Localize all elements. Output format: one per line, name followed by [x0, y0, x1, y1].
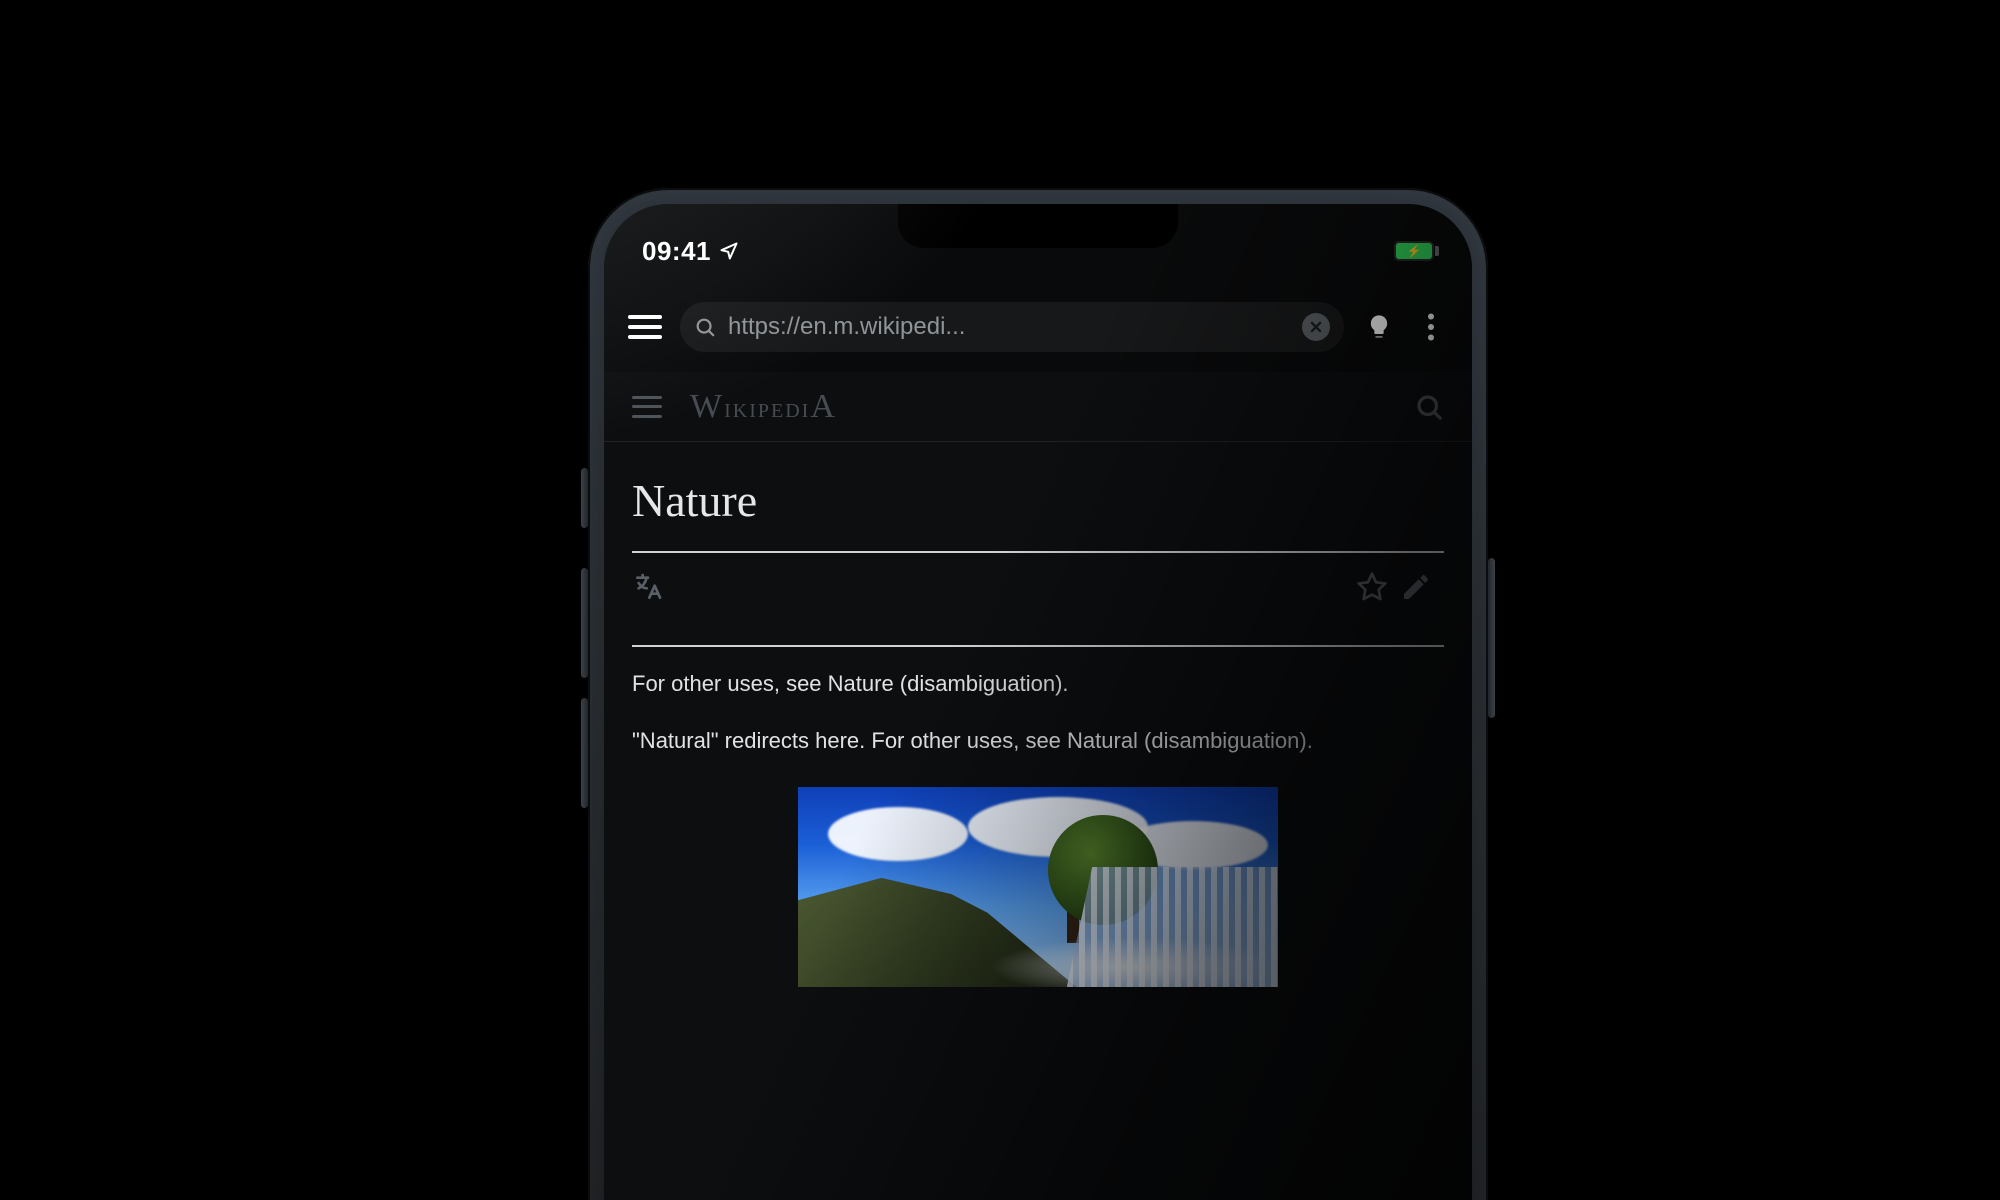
address-bar[interactable]: https://en.m.wikipedi... — [680, 302, 1344, 352]
divider — [632, 645, 1444, 647]
edit-button[interactable] — [1400, 571, 1444, 603]
wikipedia-wordmark[interactable]: WikipediA — [690, 388, 837, 426]
wikipedia-site-header: WikipediA — [604, 372, 1472, 442]
article-title: Nature — [632, 474, 1444, 527]
volume-down-button — [581, 698, 588, 808]
overflow-menu-button[interactable] — [1414, 310, 1448, 344]
mute-switch — [581, 468, 588, 528]
dark-mode-toggle-button[interactable] — [1362, 310, 1396, 344]
charging-bolt-icon: ⚡ — [1407, 244, 1422, 258]
address-bar-url: https://en.m.wikipedi... — [728, 313, 1290, 341]
browser-menu-button[interactable] — [628, 315, 662, 339]
lead-image[interactable] — [798, 787, 1278, 987]
battery-icon: ⚡ — [1394, 241, 1434, 261]
phone-screen: 09:41 ⚡ — [604, 204, 1472, 1200]
power-button — [1488, 558, 1495, 718]
hatnote-disambiguation: For other uses, see Nature (disambiguati… — [632, 667, 1444, 700]
phone-notch — [898, 204, 1178, 248]
browser-toolbar: https://en.m.wikipedi... — [604, 292, 1472, 362]
page-content: WikipediA Nature — [604, 372, 1472, 1200]
article-body: Nature Fo — [604, 442, 1472, 987]
language-button[interactable] — [632, 571, 676, 603]
wikipedia-menu-button[interactable] — [632, 396, 662, 418]
location-arrow-icon — [719, 241, 739, 261]
status-time: 09:41 — [642, 236, 711, 267]
article-actions-row — [632, 553, 1444, 621]
hatnote-redirect: "Natural" redirects here. For other uses… — [632, 724, 1444, 757]
watchlist-star-button[interactable] — [1356, 571, 1400, 603]
phone-device-frame: 09:41 ⚡ — [588, 188, 1488, 1200]
search-icon — [694, 316, 716, 338]
clear-url-button[interactable] — [1302, 313, 1330, 341]
volume-up-button — [581, 568, 588, 678]
wikipedia-search-button[interactable] — [1414, 392, 1444, 422]
